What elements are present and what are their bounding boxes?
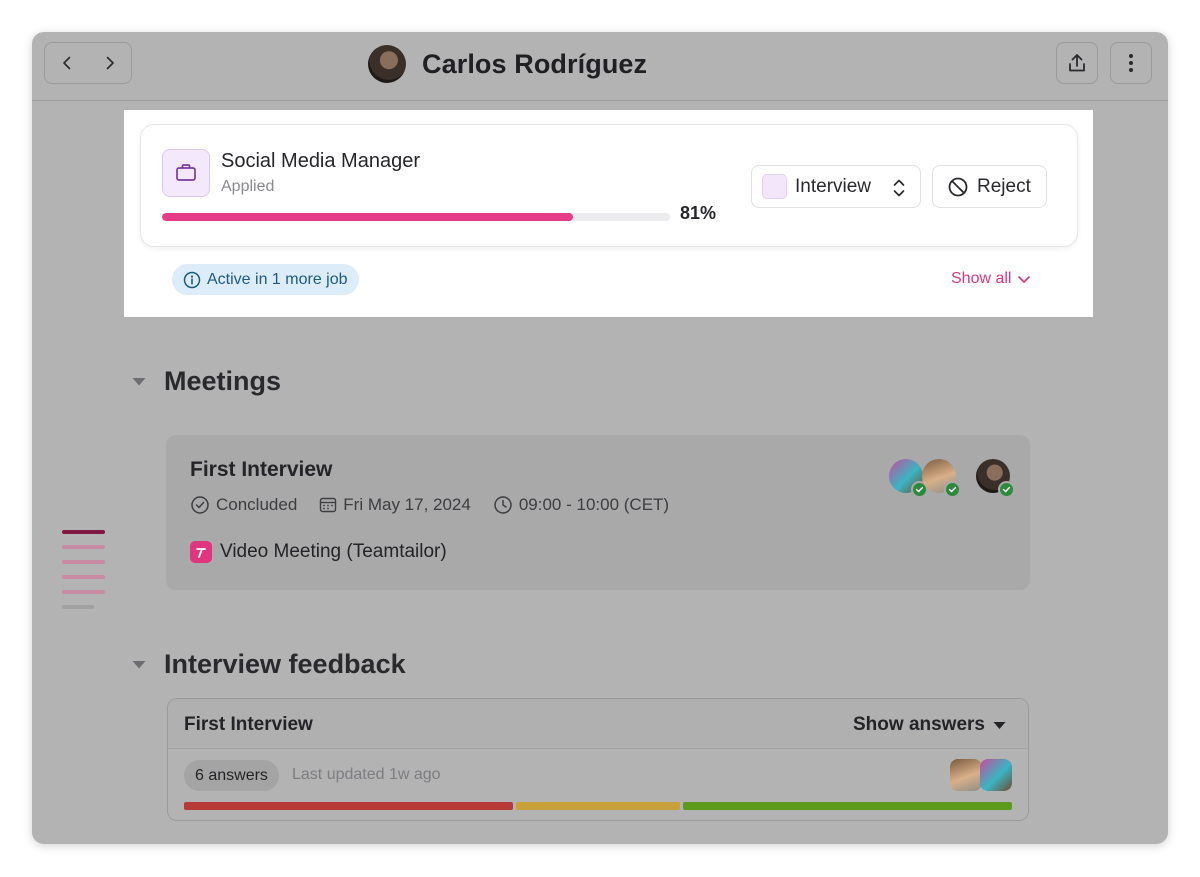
avatar[interactable] [922, 459, 961, 498]
score-segment [515, 802, 681, 810]
avatar[interactable] [950, 759, 982, 791]
teamtailor-icon [190, 541, 212, 563]
share-icon [1069, 54, 1085, 72]
show-all-label: Show all [951, 270, 1012, 287]
feedback-card: First Interview Show answers 6 answers L… [167, 698, 1029, 821]
job-title[interactable]: Social Media Manager [221, 150, 420, 173]
minimap-line [62, 560, 105, 564]
chevron-right-icon [106, 56, 114, 70]
stage-color-swatch [762, 174, 787, 199]
show-all-link[interactable]: Show all [951, 270, 1031, 288]
minimap-line [62, 545, 105, 549]
forward-button[interactable] [88, 43, 131, 83]
meeting-card[interactable]: First Interview Concluded Fri May 17, 20… [166, 435, 1030, 590]
job-status: Applied [221, 178, 275, 195]
chevron-down-icon [1018, 276, 1031, 283]
meeting-attendees [889, 459, 1015, 498]
minimap-line [62, 605, 94, 609]
page-minimap[interactable] [62, 530, 105, 609]
feedback-card-body: 6 answers Last updated 1w ago [168, 749, 1028, 820]
meetings-section-title: Meetings [164, 366, 282, 396]
feedback-title: First Interview [184, 714, 313, 735]
match-percent: 81% [680, 203, 717, 223]
match-progress-fill [162, 213, 574, 221]
chevron-left-icon [62, 56, 70, 70]
reject-button[interactable]: Reject [932, 165, 1047, 208]
ban-icon [948, 177, 968, 196]
meeting-location[interactable]: Video Meeting (Teamtailor) [190, 541, 447, 563]
stage-select[interactable]: Interview [751, 165, 921, 208]
answers-count: 6 answers [195, 766, 268, 784]
more-vertical-icon [1129, 54, 1133, 72]
candidate-header: Carlos Rodríguez [368, 44, 647, 84]
score-segment [683, 802, 1012, 810]
job-icon-box [162, 149, 210, 197]
minimap-line [62, 575, 105, 579]
more-button[interactable] [1110, 42, 1152, 84]
active-jobs-label: Active in 1 more job [207, 270, 348, 288]
check-circle-icon [191, 496, 209, 514]
info-icon [183, 271, 201, 288]
meeting-meta: Concluded Fri May 17, 2024 09:00 - 10:00… [190, 495, 669, 515]
briefcase-icon [176, 164, 196, 181]
show-answers-toggle[interactable]: Show answers [853, 714, 1006, 736]
match-progress-bar [162, 213, 670, 221]
back-button[interactable] [45, 43, 88, 83]
feedback-section-title: Interview feedback [164, 649, 406, 679]
meetings-section-header[interactable]: Meetings [132, 366, 281, 397]
stage-select-value: Interview [795, 175, 872, 197]
chevron-up-down-icon [893, 179, 905, 197]
feedback-card-header: First Interview Show answers [168, 699, 1028, 749]
caret-down-icon [993, 721, 1006, 729]
caret-down-icon [132, 660, 146, 668]
minimap-line [62, 590, 105, 594]
avatar[interactable] [976, 459, 1015, 498]
page-title: Carlos Rodríguez [422, 48, 648, 79]
clock-icon [494, 496, 512, 514]
show-answers-label: Show answers [853, 714, 985, 735]
score-bar [184, 802, 1012, 810]
last-updated: Last updated 1w ago [292, 766, 441, 783]
avatar [368, 45, 406, 83]
avatar[interactable] [980, 759, 1012, 791]
answers-count-badge: 6 answers [184, 760, 279, 791]
feedback-reviewers [950, 759, 1012, 791]
check-icon [944, 481, 961, 498]
avatar[interactable] [889, 459, 928, 498]
score-segment [184, 802, 513, 810]
reject-label: Reject [977, 175, 1031, 197]
top-bar: Carlos Rodríguez [32, 32, 1168, 101]
caret-down-icon [132, 377, 146, 385]
share-button[interactable] [1056, 42, 1098, 84]
meeting-status: Concluded [216, 495, 298, 514]
meeting-title: First Interview [190, 458, 333, 481]
meeting-date: Fri May 17, 2024 [343, 495, 471, 514]
history-nav [44, 42, 132, 84]
calendar-icon [320, 497, 337, 513]
minimap-line [62, 530, 105, 534]
app-window: Carlos Rodríguez Social Media Manager Ap… [32, 32, 1168, 844]
feedback-section-header[interactable]: Interview feedback [132, 649, 406, 680]
meeting-time: 09:00 - 10:00 (CET) [518, 495, 670, 514]
active-jobs-badge[interactable]: Active in 1 more job [172, 264, 359, 295]
job-card: Social Media Manager Applied 81% Intervi… [140, 124, 1078, 247]
job-highlight-panel: Social Media Manager Applied 81% Intervi… [124, 110, 1093, 317]
check-icon [998, 481, 1015, 498]
meeting-location-label: Video Meeting (Teamtailor) [220, 541, 447, 562]
